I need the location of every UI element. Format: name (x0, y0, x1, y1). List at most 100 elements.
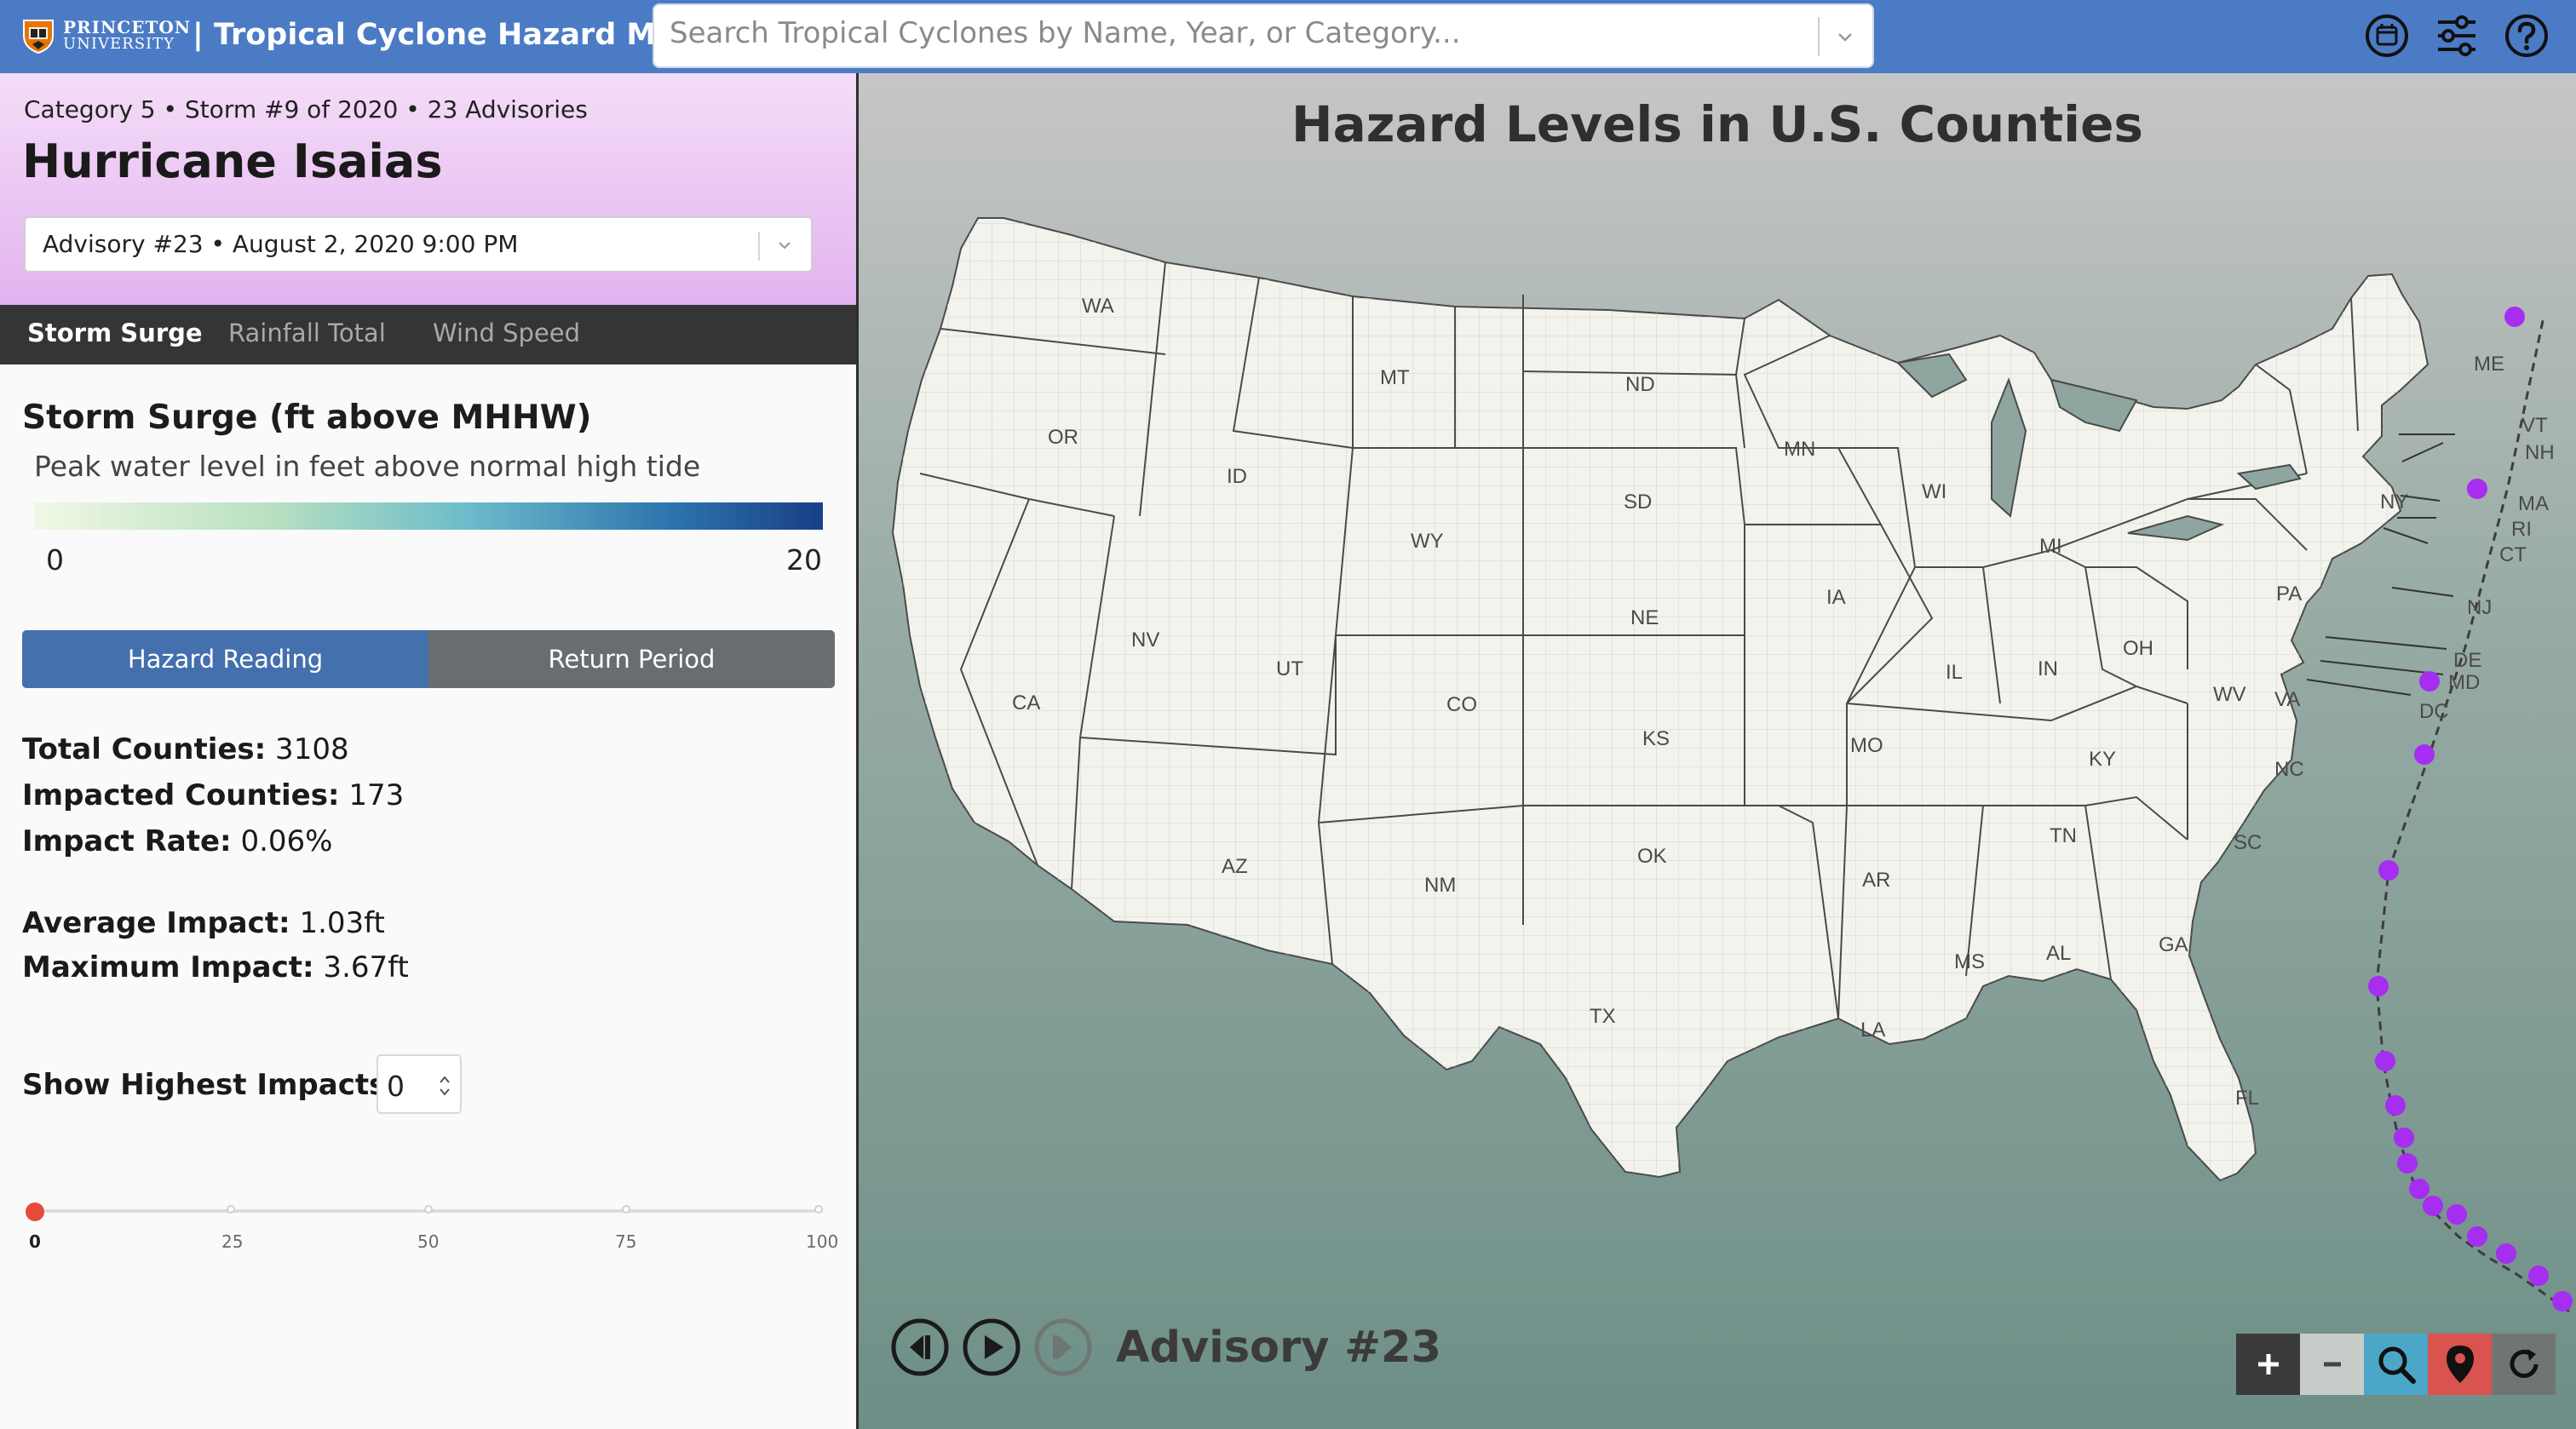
highest-impacts-input[interactable]: 0 (377, 1054, 462, 1114)
state-label-ri: RI (2511, 518, 2532, 541)
storm-search-input[interactable]: Search Tropical Cyclones by Name, Year, … (653, 3, 1874, 68)
tab-wind-speed[interactable]: Wind Speed (433, 319, 580, 347)
search-icon (2378, 1346, 2416, 1384)
stat-value: 173 (339, 778, 405, 812)
stepper-arrows-icon[interactable] (436, 1071, 453, 1100)
top-bar: PRINCETON UNIVERSITY | Tropical Cyclone … (0, 0, 2576, 73)
reset-view-button[interactable] (2492, 1334, 2556, 1395)
tab-storm-surge[interactable]: Storm Surge (27, 319, 203, 347)
storm-meta: Category 5 • Storm #9 of 2020 • 23 Advis… (24, 95, 588, 123)
current-advisory-label: Advisory #23 (1116, 1322, 1441, 1373)
stat-value: 3.67ft (313, 950, 409, 984)
search-map-button[interactable] (2364, 1334, 2428, 1395)
average-impact-stat: Average Impact: 1.03ft (22, 906, 385, 940)
highest-impacts-value: 0 (387, 1070, 405, 1103)
minus-icon (2323, 1362, 2341, 1367)
hazard-map[interactable]: WA OR CA ID NV MT WY UT AZ CO NM ND SD NE KS OK TX MN IA MO… (859, 73, 2576, 1429)
state-label-wa: WA (1082, 295, 1114, 318)
princeton-logo[interactable]: PRINCETON UNIVERSITY (22, 15, 191, 56)
state-label-ny: NY (2380, 491, 2409, 514)
hazard-description: Peak water level in feet above normal hi… (34, 450, 701, 483)
state-label-ga: GA (2159, 933, 2188, 956)
impacted-counties-stat: Impacted Counties: 173 (22, 778, 404, 812)
us-counties-map[interactable] (859, 73, 2576, 1429)
legend-min: 0 (46, 543, 64, 577)
search-placeholder: Search Tropical Cyclones by Name, Year, … (670, 16, 1461, 50)
slider-tick (622, 1205, 630, 1214)
tab-rainfall-total[interactable]: Rainfall Total (228, 319, 386, 347)
state-label-ms: MS (1954, 950, 1985, 973)
state-label-va: VA (2274, 688, 2301, 711)
maximum-impact-stat: Maximum Impact: 3.67ft (22, 950, 409, 984)
show-highest-label: Show Highest Impacts: (22, 1068, 398, 1102)
stat-label: Total Counties: (22, 732, 267, 766)
state-label-nv: NV (1131, 628, 1160, 651)
logo-line1: PRINCETON (63, 17, 192, 37)
slider-tick (814, 1205, 823, 1214)
step-back-icon[interactable] (889, 1317, 951, 1378)
state-label-ma: MA (2518, 492, 2549, 515)
top-icons (2363, 12, 2550, 60)
state-label-nc: NC (2274, 758, 2304, 781)
highest-impacts-slider[interactable] (34, 1205, 823, 1214)
search-divider (1818, 17, 1820, 56)
hazard-tabs: Storm Surge Rainfall Total Wind Speed (0, 305, 856, 364)
stat-value: 0.06% (231, 824, 333, 858)
map-toolbar (2236, 1334, 2556, 1395)
slider-label: 75 (615, 1231, 637, 1252)
state-label-ok: OK (1637, 845, 1667, 868)
state-label-pa: PA (2276, 583, 2303, 605)
chevron-down-icon[interactable] (772, 233, 797, 259)
state-label-md: MD (2448, 671, 2481, 694)
state-label-la: LA (1860, 1019, 1886, 1042)
zoom-in-button[interactable] (2236, 1334, 2300, 1395)
state-label-or: OR (1048, 426, 1078, 449)
plus-icon (2257, 1354, 2279, 1374)
state-label-ne: NE (1630, 606, 1659, 629)
impact-rate-stat: Impact Rate: 0.06% (22, 824, 332, 858)
stat-value: 1.03ft (290, 906, 385, 940)
advisory-select[interactable]: Advisory #23 • August 2, 2020 9:00 PM (24, 216, 813, 273)
state-label-mn: MN (1784, 438, 1816, 461)
state-label-tn: TN (2050, 824, 2077, 847)
slider-tick (227, 1205, 235, 1214)
app-title: | Tropical Cyclone Hazard Map (193, 18, 698, 52)
storm-info-panel: Category 5 • Storm #9 of 2020 • 23 Advis… (0, 73, 859, 1429)
stat-label: Average Impact: (22, 906, 290, 940)
stat-label: Maximum Impact: (22, 950, 314, 984)
slider-tick (424, 1205, 433, 1214)
reading-mode-toggle: Hazard Reading Return Period (22, 630, 835, 688)
calendar-icon[interactable] (2363, 12, 2411, 60)
advisory-selected-value: Advisory #23 • August 2, 2020 9:00 PM (43, 230, 519, 258)
state-label-wi: WI (1922, 480, 1947, 503)
state-label-ia: IA (1826, 586, 1846, 609)
stat-label: Impacted Counties: (22, 778, 340, 812)
state-label-ks: KS (1642, 727, 1670, 750)
storm-name: Hurricane Isaias (22, 135, 443, 188)
princeton-shield-icon (23, 20, 54, 55)
playback-controls: Advisory #23 (889, 1317, 1441, 1378)
hazard-reading-button[interactable]: Hazard Reading (22, 630, 428, 688)
slider-label: 25 (221, 1231, 244, 1252)
state-label-ar: AR (1862, 869, 1891, 892)
state-label-ca: CA (1012, 692, 1041, 714)
return-period-button[interactable]: Return Period (428, 630, 835, 688)
state-label-az: AZ (1222, 855, 1248, 878)
total-counties-stat: Total Counties: 3108 (22, 732, 349, 766)
state-label-dc: DC (2419, 700, 2449, 723)
play-icon[interactable] (961, 1317, 1022, 1378)
locate-button[interactable] (2428, 1334, 2492, 1395)
zoom-out-button[interactable] (2300, 1334, 2364, 1395)
state-label-sc: SC (2234, 831, 2263, 854)
sliders-icon[interactable] (2433, 12, 2481, 60)
state-label-il: IL (1946, 661, 1964, 684)
help-icon[interactable] (2503, 12, 2550, 60)
state-label-vt: VT (2521, 414, 2548, 437)
state-label-tx: TX (1590, 1005, 1616, 1028)
state-label-fl: FL (2235, 1087, 2260, 1110)
step-forward-icon[interactable] (1032, 1317, 1094, 1378)
refresh-icon (2510, 1349, 2538, 1378)
chevron-down-icon[interactable] (1831, 24, 1859, 51)
state-label-ky: KY (2089, 748, 2117, 771)
slider-handle[interactable] (26, 1202, 44, 1221)
